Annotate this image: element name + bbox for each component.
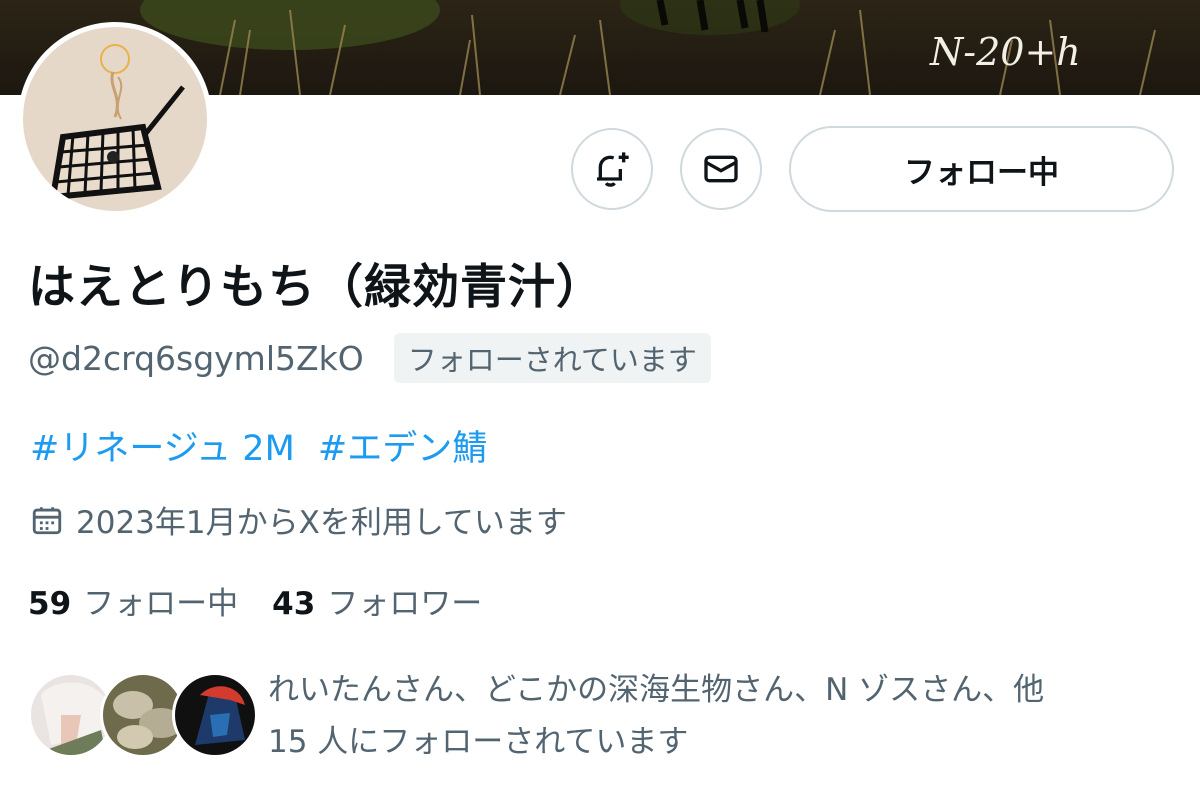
following-button[interactable]: フォロー中 — [789, 126, 1174, 212]
joined-text: 2023年1月からXを利用しています — [76, 505, 567, 541]
mail-icon — [704, 155, 738, 183]
notify-button[interactable] — [571, 128, 653, 210]
following-stat[interactable]: 59 フォロー中 — [28, 578, 238, 623]
avatar-image — [23, 27, 207, 211]
follow-stats: 59 フォロー中 43 フォロワー — [28, 578, 516, 623]
handle-row: @d2crq6sgyml5ZkO フォローされています — [28, 333, 711, 383]
hashtag-link[interactable]: #リネージュ 2M — [30, 429, 295, 469]
followers-you-know[interactable]: れいたんさん、どこかの深海生物さん、N ゾスさん、他 15 人にフォローされてい… — [28, 668, 1188, 768]
followers-count: 43 — [272, 586, 316, 622]
following-label: フォロー中 — [83, 586, 239, 622]
display-name: はえとりもち（緑効青汁） — [28, 260, 604, 315]
followers-label: フォロワー — [327, 586, 483, 622]
message-button[interactable] — [680, 128, 762, 210]
follower-avatar — [172, 672, 258, 758]
bell-plus-icon — [597, 152, 629, 187]
known-followers-line2: 15 人にフォローされています — [268, 724, 689, 760]
known-followers-text: れいたんさん、どこかの深海生物さん、N ゾスさん、他 15 人にフォローされてい… — [268, 664, 1168, 768]
followers-stat[interactable]: 43 フォロワー — [272, 578, 482, 623]
profile-bio: #リネージュ 2M #エデン鯖 — [30, 420, 499, 471]
following-count: 59 — [28, 586, 72, 622]
known-followers-line1: れいたんさん、どこかの深海生物さん、N ゾスさん、他 — [268, 672, 1045, 708]
banner-signature: N-20+h — [930, 30, 1081, 74]
profile-avatar[interactable] — [18, 22, 212, 216]
follows-you-badge: フォローされています — [393, 333, 711, 383]
user-handle: @d2crq6sgyml5ZkO — [28, 338, 364, 378]
joined-date: 2023年1月からXを利用しています — [30, 497, 567, 542]
hashtag-link[interactable]: #エデン鯖 — [318, 429, 487, 469]
calendar-icon — [30, 503, 64, 537]
